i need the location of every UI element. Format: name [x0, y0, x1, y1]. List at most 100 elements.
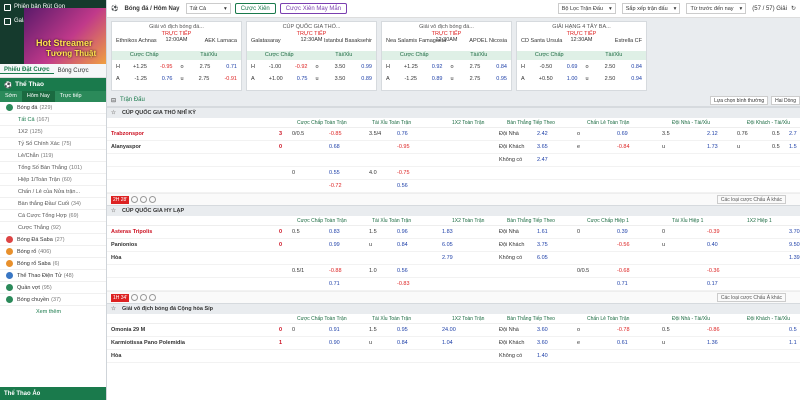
odds-cell[interactable]: 2.12: [707, 131, 718, 137]
odds-cell[interactable]: -0.56: [617, 242, 630, 248]
odds-cell[interactable]: 0.5: [292, 229, 300, 235]
parlay-button[interactable]: Cược Xiên: [234, 3, 276, 14]
odds-cell[interactable]: 0.5/1: [292, 268, 304, 274]
tab-early[interactable]: Sớm: [0, 91, 22, 102]
odds-cell[interactable]: 0.90: [329, 340, 340, 346]
odds-cell[interactable]: 6.05: [442, 242, 453, 248]
odds-cell[interactable]: 6.05: [537, 255, 548, 261]
odds-cell[interactable]: Đội Nhà: [499, 131, 519, 137]
odds-cell[interactable]: u 2.75 -0.91: [177, 74, 242, 84]
odds-cell[interactable]: 1.04: [442, 340, 453, 346]
odds-cell[interactable]: 0.76: [737, 131, 748, 137]
tab-today[interactable]: Hôm Nay: [21, 91, 55, 102]
odds-cell[interactable]: o 2.75 0.84: [447, 62, 512, 72]
odds-cell[interactable]: 0.95: [397, 327, 408, 333]
odds-cell[interactable]: A -1.25 0.76: [112, 74, 177, 84]
sidebar-item[interactable]: Bóng đá (229): [0, 102, 106, 114]
display-mode-select[interactable]: Lựa chọn bình thường: [710, 95, 769, 105]
odds-cell[interactable]: o: [577, 327, 580, 333]
odds-cell[interactable]: 0.5: [662, 327, 670, 333]
sidebar-item[interactable]: Cá Cược Tổng Hợp (69): [0, 210, 106, 222]
odds-cell[interactable]: 1.73: [707, 144, 718, 150]
odds-cell[interactable]: e: [577, 340, 580, 346]
odds-cell[interactable]: 0.71: [617, 281, 628, 287]
odds-cell[interactable]: 1.36: [707, 340, 718, 346]
odds-cell[interactable]: 0.96: [397, 229, 408, 235]
odds-cell[interactable]: 0.56: [397, 183, 408, 189]
odds-cell[interactable]: -0.36: [707, 268, 720, 274]
odds-cell[interactable]: 4.0: [369, 170, 377, 176]
sidebar-item[interactable]: Quần vợt (95): [0, 282, 106, 294]
odds-cell[interactable]: H -0.50 0.69: [517, 62, 582, 72]
odds-cell[interactable]: H +1.25 -0.95: [112, 62, 177, 72]
odds-cell[interactable]: 0.84: [397, 340, 408, 346]
odds-cell[interactable]: H -1.00 -0.92: [247, 62, 312, 72]
odds-cell[interactable]: -0.78: [617, 327, 630, 333]
odds-cell[interactable]: o: [577, 131, 580, 137]
odds-cell[interactable]: u 2.75 0.95: [447, 74, 512, 84]
odds-cell[interactable]: 0.17: [707, 281, 718, 287]
odds-cell[interactable]: u 3.50 0.89: [312, 74, 377, 84]
odds-cell[interactable]: -0.86: [707, 327, 720, 333]
odds-cell[interactable]: 2.7: [789, 131, 797, 137]
odds-cell[interactable]: 3.60: [537, 327, 548, 333]
featured-match-card[interactable]: Giải vô địch bóng đá... Ethnikos Achnas TR…: [111, 21, 242, 91]
odds-cell[interactable]: 0: [292, 170, 295, 176]
league-header[interactable]: ☆ CÚP QUỐC GIA HY LẠP: [107, 205, 800, 216]
odds-cell[interactable]: Đội Khách: [499, 340, 524, 346]
odds-cell[interactable]: 0: [662, 229, 665, 235]
odds-cell[interactable]: 1.5: [369, 327, 377, 333]
stats-icon[interactable]: [131, 196, 139, 203]
odds-cell[interactable]: 0.83: [329, 229, 340, 235]
promo-banner[interactable]: Hot Streamer Tương Thuật: [24, 8, 106, 64]
lucky-parlay-button[interactable]: Cược Xiên May Mắn: [279, 3, 348, 14]
odds-cell[interactable]: Không có: [499, 255, 522, 261]
sidebar-item[interactable]: Bóng chuyền (37): [0, 294, 106, 306]
sidebar-item[interactable]: Bóng rổ (406): [0, 246, 106, 258]
odds-cell[interactable]: 0.61: [617, 340, 628, 346]
odds-cell[interactable]: u 2.50 0.94: [582, 74, 647, 84]
line-mode-select[interactable]: Hai Dòng: [771, 95, 800, 105]
odds-cell[interactable]: 9.50: [789, 242, 800, 248]
odds-cell[interactable]: -0.85: [329, 131, 342, 137]
star-icon[interactable]: ☆: [111, 306, 116, 312]
emoji-icon[interactable]: [149, 196, 157, 203]
odds-cell[interactable]: 1.39: [789, 255, 800, 261]
odds-cell[interactable]: 1.40: [537, 353, 548, 359]
odds-cell[interactable]: 0.91: [329, 327, 340, 333]
odds-cell[interactable]: -0.84: [617, 144, 630, 150]
odds-cell[interactable]: -0.68: [617, 268, 630, 274]
odds-cell[interactable]: u: [737, 144, 740, 150]
odds-cell[interactable]: o 3.50 0.99: [312, 62, 377, 72]
tab-betslip[interactable]: Phiếu Đặt Cược: [0, 67, 54, 74]
star-icon[interactable]: ☆: [111, 208, 116, 214]
odds-cell[interactable]: 3.75: [537, 242, 548, 248]
star-icon[interactable]: ☆: [111, 110, 116, 116]
odds-cell[interactable]: o 2.75 0.71: [177, 62, 242, 72]
odds-cell[interactable]: 3.60: [537, 340, 548, 346]
odds-cell[interactable]: 24.00: [442, 327, 456, 333]
odds-cell[interactable]: 0.55: [329, 170, 340, 176]
refresh-icon[interactable]: ↻: [791, 5, 796, 12]
featured-match-card[interactable]: Giải vô địch bóng đá... Nea Salamis Famag…: [381, 21, 512, 91]
tab-live[interactable]: Trực tiếp: [55, 91, 87, 102]
odds-cell[interactable]: 2.79: [442, 255, 453, 261]
more-bets-button[interactable]: Các loại cược Chấu Á khác: [716, 195, 786, 204]
stats-icon[interactable]: [131, 294, 139, 301]
tab-my-bets[interactable]: Bóng Cược: [54, 68, 93, 74]
sidebar-item[interactable]: Thể Thao Điện Tử (48): [0, 270, 106, 282]
odds-cell[interactable]: 0/0.5: [577, 268, 589, 274]
odds-cell[interactable]: -0.88: [329, 268, 342, 274]
more-bets-button[interactable]: Các loại cược Chấu Á khác: [716, 293, 786, 302]
sidebar-item[interactable]: Bóng Đá Saba (27): [0, 234, 106, 246]
sidebar-item[interactable]: Cược Thắng (92): [0, 222, 106, 234]
odds-cell[interactable]: 0: [577, 229, 580, 235]
odds-cell[interactable]: 1.61: [537, 229, 548, 235]
odds-cell[interactable]: 1.83: [442, 229, 453, 235]
odds-cell[interactable]: u: [662, 340, 665, 346]
odds-cell[interactable]: 1.0: [369, 268, 377, 274]
sidebar-item[interactable]: Bàn thắng Đầu/ Cuối (34): [0, 198, 106, 210]
odds-cell[interactable]: A -1.25 0.89: [382, 74, 447, 84]
match-filter-select[interactable]: Bộ Lọc Trận Đấu ▾: [557, 3, 616, 14]
sidebar-item[interactable]: Tất Cả (167): [0, 114, 106, 126]
